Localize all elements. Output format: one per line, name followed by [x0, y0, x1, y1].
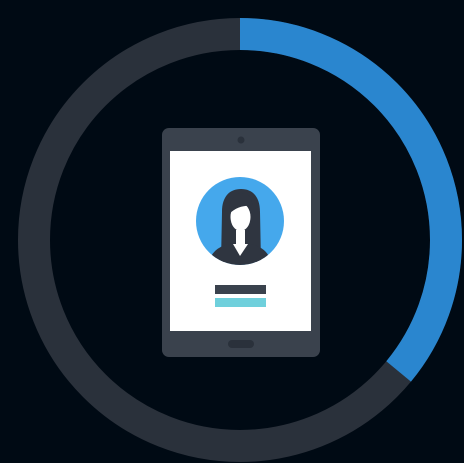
tablet-camera: [237, 136, 245, 144]
progress-ring: [18, 18, 462, 462]
subtitle-placeholder-bar: [215, 298, 266, 307]
avatar-neck: [236, 230, 245, 246]
name-placeholder-bar: [215, 285, 266, 294]
progress-loader: [0, 0, 464, 463]
tablet-icon: [162, 128, 320, 357]
tablet-home-button: [228, 340, 254, 348]
